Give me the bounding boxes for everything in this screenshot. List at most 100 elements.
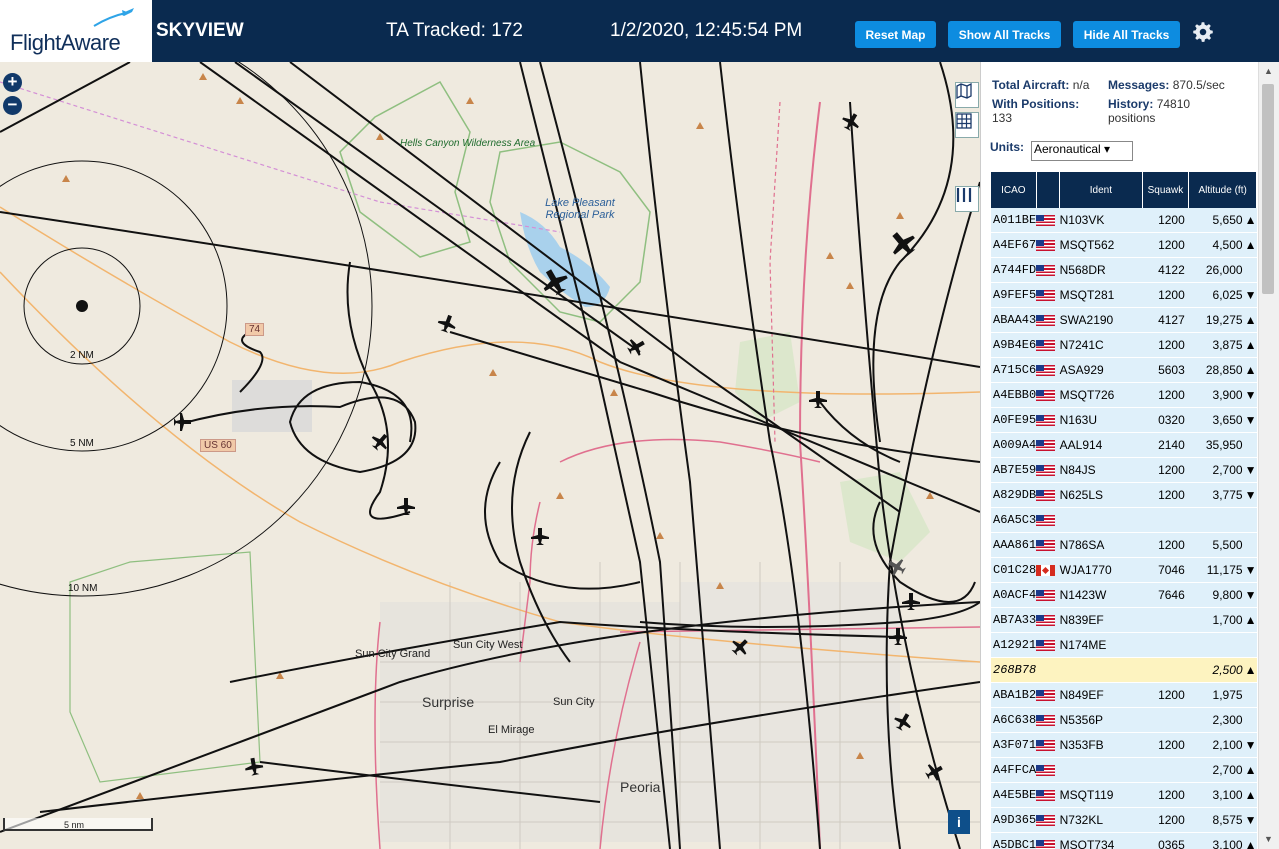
cell-icao: 268B78 xyxy=(991,657,1037,683)
map-grid-button[interactable] xyxy=(955,112,979,138)
table-row[interactable]: A4EBB0 MSQT726 1200 3,900 ▼ xyxy=(991,382,1257,408)
cell-flag xyxy=(1036,482,1060,508)
column-icao[interactable]: ICAO xyxy=(991,172,1037,208)
us-flag-icon xyxy=(1036,540,1056,552)
label-lake-pleasant: Lake Pleasant Regional Park xyxy=(545,197,615,221)
table-row[interactable]: AB7A33 N839EF 1,700 ▲ xyxy=(991,607,1257,633)
map-layers-button[interactable] xyxy=(955,82,979,108)
label-sun-city-grand: Sun City Grand xyxy=(355,648,431,660)
table-row[interactable]: AAA861 N786SA 1200 5,500 xyxy=(991,532,1257,558)
toggle-sidebar-button[interactable] xyxy=(955,186,979,212)
cell-flag xyxy=(1036,632,1060,658)
us-flag-icon xyxy=(1036,215,1056,227)
zoom-in-button[interactable]: + xyxy=(3,73,22,92)
gear-icon[interactable] xyxy=(1190,19,1216,45)
cell-icao: A6A5C3 xyxy=(991,507,1037,533)
stat-total-aircraft: Total Aircraft: n/a xyxy=(992,78,1090,92)
table-row[interactable]: A6A5C3 xyxy=(991,507,1257,533)
cell-trend xyxy=(1244,632,1257,658)
top-bar: FlightAware SKYVIEW TA Tracked: 172 1/2/… xyxy=(0,0,1279,64)
table-row[interactable]: 268B78 2,500 ▲ xyxy=(991,657,1257,683)
ring-label-5nm: 5 NM xyxy=(70,438,94,449)
table-row[interactable]: A9D365 N732KL 1200 8,575 ▼ xyxy=(991,807,1257,833)
table-row[interactable]: A6C638 N5356P 2,300 xyxy=(991,707,1257,733)
map-view[interactable]: Hells Canyon Wilderness Area Lake Pleasa… xyxy=(0,62,980,849)
scroll-up-arrow-icon[interactable]: ▲ xyxy=(1264,66,1273,76)
flightaware-logo[interactable]: FlightAware xyxy=(0,0,152,62)
units-select[interactable]: Aeronautical ▾ xyxy=(1031,141,1133,161)
cell-squawk: 1200 xyxy=(1142,208,1189,233)
cell-altitude xyxy=(1188,632,1245,658)
label-surprise: Surprise xyxy=(422,694,475,710)
table-row[interactable]: A9FEF5 MSQT281 1200 6,025 ▼ xyxy=(991,282,1257,308)
table-row[interactable]: ABAA43 SWA2190 4127 19,275 ▲ xyxy=(991,307,1257,333)
cell-altitude: 3,100 xyxy=(1188,782,1245,808)
table-row[interactable]: A9B4E6 N7241C 1200 3,875 ▲ xyxy=(991,332,1257,358)
cell-ident xyxy=(1059,657,1143,683)
tracked-count: TA Tracked: 172 xyxy=(386,20,523,41)
table-row[interactable]: A0FE95 N163U 0320 3,650 ▼ xyxy=(991,407,1257,433)
cell-flag xyxy=(1036,807,1060,833)
scrollbar-thumb[interactable] xyxy=(1262,84,1274,294)
table-row[interactable]: ABA1B2 N849EF 1200 1,975 xyxy=(991,682,1257,708)
table-row[interactable]: A3F071 N353FB 1200 2,100 ▼ xyxy=(991,732,1257,758)
table-row[interactable]: A009A4 AAL914 2140 35,950 xyxy=(991,432,1257,458)
cell-squawk: 2140 xyxy=(1142,432,1189,458)
zoom-out-button[interactable]: − xyxy=(3,96,22,115)
table-row[interactable]: A12921 N174ME xyxy=(991,632,1257,658)
column-ident[interactable]: Ident xyxy=(1059,172,1143,208)
cell-trend: ▼ xyxy=(1244,582,1257,608)
us-flag-icon xyxy=(1036,365,1056,377)
column-altitude[interactable]: Altitude (ft) xyxy=(1188,172,1257,208)
cell-icao: A715C6 xyxy=(991,357,1037,383)
cell-ident: SWA2190 xyxy=(1059,307,1143,333)
cell-flag xyxy=(1036,557,1060,583)
cell-altitude: 4,500 xyxy=(1188,232,1245,258)
cell-squawk: 0320 xyxy=(1142,407,1189,433)
cell-flag xyxy=(1036,332,1060,358)
cell-altitude: 5,650 xyxy=(1188,208,1245,233)
table-row[interactable]: A4E5BE MSQT119 1200 3,100 ▲ xyxy=(991,782,1257,808)
map-icon xyxy=(956,83,972,99)
cell-squawk: 1200 xyxy=(1142,682,1189,708)
cell-squawk: 1200 xyxy=(1142,232,1189,258)
cell-ident: N7241C xyxy=(1059,332,1143,358)
cell-icao: AB7E59 xyxy=(991,457,1037,483)
table-row[interactable]: C01C28 WJA1770 7046 11,175 ▼ xyxy=(991,557,1257,583)
cell-flag xyxy=(1036,657,1060,683)
cell-altitude: 2,700 xyxy=(1188,757,1245,783)
scroll-down-arrow-icon[interactable]: ▼ xyxy=(1264,834,1273,844)
cell-flag xyxy=(1036,782,1060,808)
cell-icao: A4E5BE xyxy=(991,782,1037,808)
table-row[interactable]: A715C6 ASA929 5603 28,850 ▲ xyxy=(991,357,1257,383)
info-button[interactable]: i xyxy=(948,810,970,834)
cell-ident: N5356P xyxy=(1059,707,1143,733)
us-flag-icon xyxy=(1036,790,1056,802)
table-row[interactable]: A744FD N568DR 4122 26,000 xyxy=(991,257,1257,283)
cell-altitude: 1,975 xyxy=(1188,682,1245,708)
table-row[interactable]: A011BE N103VK 1200 5,650 ▲ xyxy=(991,208,1257,233)
table-row[interactable]: A5DBC1 MSQT734 0365 3,100 ▲ xyxy=(991,832,1257,849)
reset-map-button[interactable]: Reset Map xyxy=(855,21,936,48)
show-all-tracks-button[interactable]: Show All Tracks xyxy=(948,21,1061,48)
logo-text: FlightAware xyxy=(10,30,121,55)
us-flag-icon xyxy=(1036,290,1056,302)
column-squawk[interactable]: Squawk xyxy=(1142,172,1190,208)
cell-squawk: 1200 xyxy=(1142,532,1189,558)
cell-altitude: 1,700 xyxy=(1188,607,1245,633)
table-row[interactable]: A4EF67 MSQT562 1200 4,500 ▲ xyxy=(991,232,1257,258)
cell-trend: ▼ xyxy=(1244,807,1257,833)
cell-flag xyxy=(1036,407,1060,433)
table-row[interactable]: A829DB N625LS 1200 3,775 ▼ xyxy=(991,482,1257,508)
cell-altitude: 2,100 xyxy=(1188,732,1245,758)
table-row[interactable]: A4FFCA 2,700 ▲ xyxy=(991,757,1257,783)
label-el-mirage: El Mirage xyxy=(488,724,535,736)
us-flag-icon xyxy=(1036,340,1056,352)
cell-altitude: 3,875 xyxy=(1188,332,1245,358)
table-row[interactable]: A0ACF4 N1423W 7646 9,800 ▼ xyxy=(991,582,1257,608)
column-flag[interactable] xyxy=(1036,172,1061,208)
hide-all-tracks-button[interactable]: Hide All Tracks xyxy=(1073,21,1180,48)
cell-altitude: 3,100 xyxy=(1188,832,1245,849)
table-row[interactable]: AB7E59 N84JS 1200 2,700 ▼ xyxy=(991,457,1257,483)
cell-ident: N568DR xyxy=(1059,257,1143,283)
